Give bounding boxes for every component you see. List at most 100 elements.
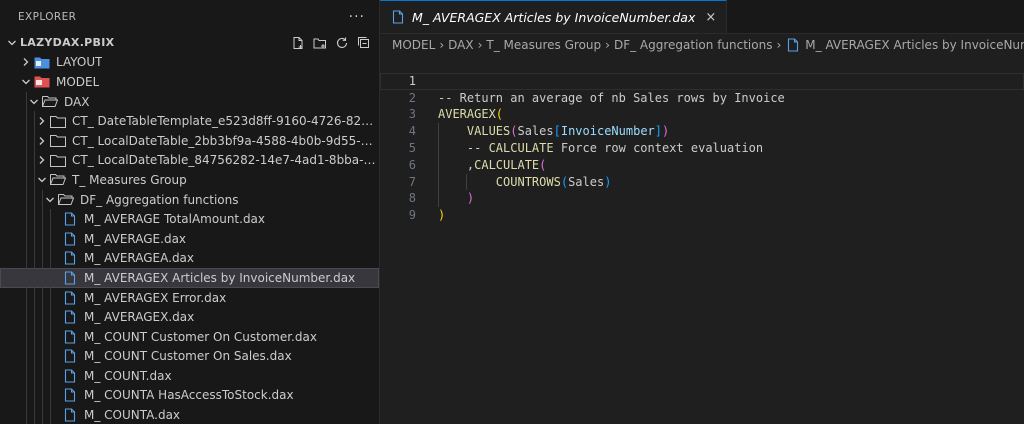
more-actions-icon[interactable]: ··· (349, 9, 365, 25)
close-icon[interactable]: × (705, 10, 716, 25)
tree-item-label: M_ COUNT Customer On Sales.dax (84, 349, 292, 364)
tree-file-item[interactable]: M_ AVERAGEA.dax (0, 248, 379, 269)
folder-open-icon (58, 193, 74, 207)
tree-item-label: M_ AVERAGE.dax (84, 231, 187, 246)
chevron-right-icon[interactable] (34, 116, 50, 126)
tree-file-item[interactable]: M_ AVERAGEX Articles by InvoiceNumber.da… (0, 268, 379, 288)
chevron-right-icon: › (776, 38, 782, 52)
chevron-down-icon[interactable] (18, 77, 34, 87)
code-token: -- Return an average of nb Sales rows by… (438, 90, 785, 105)
tree-item-label: MODEL (56, 74, 100, 89)
chevron-right-icon: › (477, 38, 483, 52)
code-token: ] (654, 124, 662, 139)
indent-guide (26, 228, 27, 249)
file-icon (390, 10, 406, 24)
tree-file-item[interactable]: M_ COUNT.dax (0, 366, 379, 386)
explorer-title: EXPLORER (18, 10, 77, 23)
indent-guide (50, 228, 51, 249)
code-text: AVERAGEX( (438, 106, 503, 123)
code-line[interactable]: 1 (380, 72, 1024, 90)
code-token: ( (495, 107, 504, 122)
tree-item-label: M_ AVERAGEX Articles by InvoiceNumber.da… (84, 270, 356, 285)
new-folder-icon[interactable] (313, 36, 327, 50)
code-editor[interactable]: 1 2 -- Return an average of nb Sales rows … (380, 56, 1024, 224)
explorer-header: EXPLORER ··· (0, 0, 379, 33)
code-line[interactable]: 4 VALUES(Sales[InvoiceNumber]) (380, 123, 1024, 140)
file-icon (62, 349, 78, 363)
code-line[interactable]: 5 -- CALCULATE Force row context evaluat… (380, 140, 1024, 157)
workspace-root[interactable]: LAZYDAX.PBIX (0, 33, 379, 53)
code-line[interactable]: 3 AVERAGEX( (380, 106, 1024, 123)
code-token: VALUES (438, 124, 511, 139)
chevron-right-icon[interactable] (34, 155, 50, 165)
chevron-down-icon[interactable] (26, 97, 42, 107)
tree-folder-item[interactable]: DF_ Aggregation functions (0, 189, 379, 210)
indent-guide (34, 209, 35, 229)
indent-guide (42, 268, 43, 288)
tree-file-item[interactable]: M_ COUNT Customer On Customer.dax (0, 326, 379, 347)
tree-file-item[interactable]: M_ COUNT Customer On Sales.dax (0, 346, 379, 367)
breadcrumb-item[interactable]: M_ AVERAGEX Articles by InvoiceNumber.da… (805, 38, 1024, 52)
indent-guide (42, 287, 43, 308)
tree-item-label: M_ COUNTA HasAccessToStock.dax (84, 388, 294, 403)
tree-item-label: DF_ Aggregation functions (80, 192, 239, 207)
refresh-icon[interactable] (335, 36, 349, 50)
tree-file-item[interactable]: M_ COUNTA HasAccessToStock.dax (0, 385, 379, 406)
indent-guide (50, 366, 51, 386)
code-token: CALCULATE (488, 140, 554, 155)
tree-folder-item[interactable]: LAYOUT (0, 53, 379, 73)
tree-folder-item[interactable]: MODEL (0, 72, 379, 92)
code-token: COUNTROWS (438, 174, 561, 189)
tab-active-file[interactable]: M_ AVERAGEX Articles by InvoiceNumber.da… (380, 0, 728, 33)
folder-icon (34, 55, 50, 69)
tree-item-label: DAX (64, 94, 90, 109)
code-line[interactable]: 8 ) (380, 190, 1024, 207)
indent-guide (34, 189, 35, 210)
tree-item-label: M_ COUNT.dax (84, 368, 172, 383)
code-line[interactable]: 6 ,CALCULATE( (380, 157, 1024, 174)
chevron-down-icon[interactable] (42, 195, 58, 205)
tree-folder-item[interactable]: CT_ LocalDateTable_2bb3bf9a-4588-4b0b-9d… (0, 130, 379, 151)
tree-file-item[interactable]: M_ AVERAGE.dax (0, 228, 379, 249)
code-line[interactable]: 2 -- Return an average of nb Sales rows b… (380, 90, 1024, 107)
tree-folder-item[interactable]: CT_ LocalDateTable_84756282-14e7-4ad1-8b… (0, 150, 379, 171)
collapse-all-icon[interactable] (357, 36, 371, 50)
breadcrumb-item[interactable]: T_ Measures Group (486, 38, 601, 52)
indent-guide (26, 111, 27, 131)
breadcrumb-item[interactable]: MODEL (392, 38, 435, 52)
indent-guide (50, 287, 51, 308)
code-line[interactable] (380, 56, 1024, 73)
code-token: CALCULATE (474, 157, 540, 172)
tree-file-item[interactable]: M_ AVERAGEX.dax (0, 307, 379, 327)
file-icon (62, 290, 78, 305)
breadcrumb-item[interactable]: DF_ Aggregation functions (614, 38, 773, 52)
tree-file-item[interactable]: M_ AVERAGEX Error.dax (0, 287, 379, 308)
indent-guide (466, 173, 467, 191)
code-token: [ (553, 124, 561, 139)
tree-file-item[interactable]: M_ AVERAGE TotalAmount.dax (0, 209, 379, 229)
file-icon (62, 330, 78, 344)
breadcrumb-item[interactable]: DAX (448, 38, 473, 52)
indent-guide (50, 326, 51, 347)
line-number: 3 (408, 107, 416, 122)
indent-guide (34, 307, 35, 327)
chevron-down-icon[interactable] (34, 175, 50, 185)
tree-folder-item[interactable]: CT_ DateTableTemplate_e523d8ff-9160-4726… (0, 111, 379, 131)
tree-folder-item[interactable]: DAX (0, 91, 379, 112)
indent-guide (42, 366, 43, 386)
code-line[interactable]: 7 COUNTROWS(Sales) (380, 174, 1024, 191)
tab-label: M_ AVERAGEX Articles by InvoiceNumber.da… (412, 9, 696, 25)
chevron-right-icon[interactable] (34, 136, 50, 146)
code-line[interactable]: 9) (380, 207, 1024, 224)
indent-guide (50, 385, 51, 406)
indent-guide (26, 326, 27, 347)
line-number: 9 (408, 208, 416, 223)
code-token: , (438, 157, 475, 172)
tree-file-item[interactable]: M_ COUNTA.dax (0, 405, 379, 424)
line-number: 5 (408, 140, 416, 155)
tree-item-label: CT_ LocalDateTable_2bb3bf9a-4588-4b0b-9d… (72, 133, 379, 148)
tree-folder-item[interactable]: T_ Measures Group (0, 170, 379, 190)
chevron-right-icon[interactable] (18, 57, 34, 67)
indent-guide (42, 307, 43, 327)
new-file-icon[interactable] (291, 36, 305, 50)
